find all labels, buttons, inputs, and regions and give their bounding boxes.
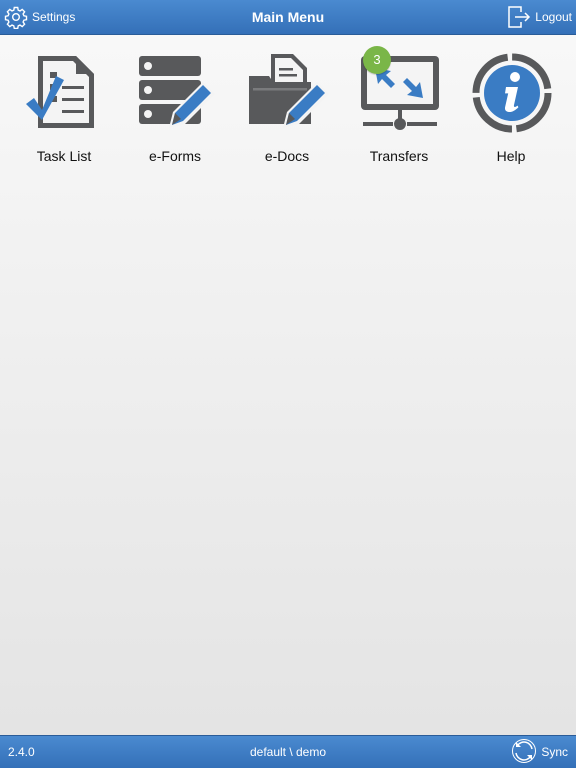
logout-icon <box>506 4 532 30</box>
sync-icon <box>511 738 537 767</box>
transfers-badge: 3 <box>363 46 391 74</box>
top-bar: Main Menu Settings Logout <box>0 0 576 35</box>
profile-label: default \ demo <box>249 745 327 759</box>
logout-label: Logout <box>535 10 572 24</box>
settings-button[interactable]: Settings <box>4 0 75 34</box>
logout-button[interactable]: Logout <box>506 0 572 34</box>
e-docs-icon <box>247 52 329 134</box>
menu-item-e-forms[interactable]: e-Forms <box>125 52 225 168</box>
menu-item-label: Task List <box>36 148 92 164</box>
menu-item-label: Transfers <box>369 148 429 164</box>
menu-item-label: Help <box>496 148 526 164</box>
info-icon <box>471 52 553 134</box>
page-title: Main Menu <box>251 9 325 25</box>
settings-label: Settings <box>32 10 76 24</box>
e-forms-icon <box>135 52 217 134</box>
bottom-bar: 2.4.0 default \ demo Sync <box>0 735 576 768</box>
menu-item-label: e-Forms <box>148 148 202 164</box>
menu-item-transfers[interactable]: 3 Transfers <box>349 46 449 168</box>
menu-item-help[interactable]: Help <box>461 52 561 168</box>
task-list-icon <box>24 52 106 134</box>
menu-item-task-list[interactable]: Task List <box>14 52 114 168</box>
menu-item-e-docs[interactable]: e-Docs <box>237 52 337 168</box>
sync-label: Sync <box>541 745 568 759</box>
gear-icon <box>4 5 28 29</box>
menu-item-label: e-Docs <box>264 148 310 164</box>
sync-button[interactable]: Sync <box>511 736 568 768</box>
